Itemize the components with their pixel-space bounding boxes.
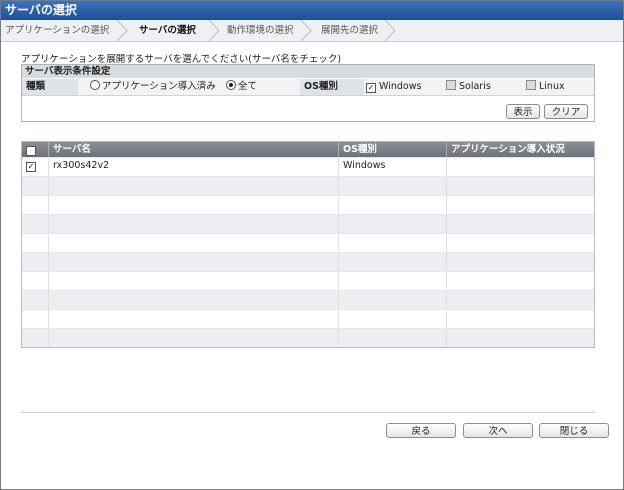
table-row[interactable] bbox=[22, 309, 594, 328]
table-cell bbox=[338, 272, 446, 290]
os-option-linux[interactable]: Linux bbox=[526, 79, 565, 95]
checkbox-disabled-icon[interactable] bbox=[526, 80, 536, 90]
table-cell bbox=[446, 234, 596, 252]
footer-divider bbox=[21, 412, 595, 413]
table-row[interactable] bbox=[22, 233, 594, 252]
column-os-type[interactable]: OS種別 bbox=[338, 142, 446, 157]
row-select-cell[interactable] bbox=[22, 310, 48, 328]
table-cell bbox=[48, 234, 338, 252]
table-cell bbox=[338, 253, 446, 271]
table-cell bbox=[48, 177, 338, 195]
filter-row: 種類 アプリケーション導入済み 全て OS種別 ✓ Windows Solaris… bbox=[22, 79, 594, 96]
step-chevron-icon bbox=[116, 20, 128, 41]
window-title: サーバの選択 bbox=[1, 1, 623, 20]
table-cell: rx300s42v2 bbox=[48, 158, 338, 176]
table-body: ✓ rx300s42v2 Windows bbox=[22, 157, 594, 347]
table-cell bbox=[446, 215, 596, 233]
os-label: OS種別 bbox=[300, 79, 364, 95]
column-app-status[interactable]: アプリケーション導入状況 bbox=[446, 142, 596, 157]
step-chevron-icon bbox=[384, 20, 396, 41]
row-select-cell[interactable] bbox=[22, 272, 48, 290]
row-select-cell[interactable] bbox=[22, 234, 48, 252]
step-destination[interactable]: 展開先の選択 bbox=[321, 20, 378, 41]
table-cell bbox=[48, 329, 338, 347]
table-row[interactable] bbox=[22, 176, 594, 195]
row-select-cell[interactable] bbox=[22, 215, 48, 233]
radio-icon[interactable] bbox=[90, 80, 100, 90]
filter-panel: サーバ表示条件設定 種類 アプリケーション導入済み 全て OS種別 ✓ Windo… bbox=[21, 64, 595, 122]
table-cell bbox=[338, 310, 446, 328]
checkbox-checked-icon[interactable]: ✓ bbox=[366, 83, 376, 93]
table-cell bbox=[446, 310, 596, 328]
table-row[interactable]: ✓ rx300s42v2 Windows bbox=[22, 157, 594, 176]
table-cell bbox=[48, 196, 338, 214]
checkbox-disabled-icon[interactable] bbox=[446, 80, 456, 90]
table-cell bbox=[338, 329, 446, 347]
step-application[interactable]: アプリケーションの選択 bbox=[5, 20, 109, 41]
step-chevron-icon bbox=[300, 20, 312, 41]
table-cell bbox=[446, 329, 596, 347]
column-server-name[interactable]: サーバ名 bbox=[48, 142, 338, 157]
table-cell bbox=[48, 215, 338, 233]
filter-heading: サーバ表示条件設定 bbox=[22, 65, 594, 78]
type-label: 種類 bbox=[22, 79, 78, 95]
row-select-cell[interactable] bbox=[22, 177, 48, 195]
table-cell bbox=[446, 196, 596, 214]
table-cell bbox=[48, 272, 338, 290]
type-option-installed[interactable]: アプリケーション導入済み bbox=[90, 79, 216, 95]
table-cell bbox=[338, 291, 446, 309]
table-row[interactable] bbox=[22, 271, 594, 290]
table-cell bbox=[48, 310, 338, 328]
close-button[interactable]: 閉じる bbox=[539, 423, 609, 438]
select-all-cell[interactable]: ✓ bbox=[22, 142, 48, 157]
os-option-solaris[interactable]: Solaris bbox=[446, 79, 491, 95]
table-cell bbox=[446, 253, 596, 271]
table-cell bbox=[446, 291, 596, 309]
dialog-window: サーバの選択 アプリケーションの選択 サーバの選択 動作環境の選択 展開先の選択… bbox=[0, 0, 624, 490]
os-option-windows[interactable]: ✓ Windows bbox=[366, 79, 421, 95]
row-select-cell[interactable] bbox=[22, 196, 48, 214]
server-table: ✓ サーバ名 OS種別 アプリケーション導入状況 ✓ rx300s42v2 Wind… bbox=[21, 141, 595, 348]
table-cell bbox=[338, 196, 446, 214]
step-chevron-icon bbox=[208, 20, 220, 41]
instruction-text: アプリケーションを展開するサーバを選んでください(サーバ名をチェック) bbox=[21, 54, 342, 65]
table-cell bbox=[338, 177, 446, 195]
row-select-cell[interactable] bbox=[22, 291, 48, 309]
table-cell bbox=[48, 291, 338, 309]
table-row[interactable] bbox=[22, 214, 594, 233]
table-row[interactable] bbox=[22, 252, 594, 271]
table-header: ✓ サーバ名 OS種別 アプリケーション導入状況 bbox=[22, 142, 594, 157]
step-server[interactable]: サーバの選択 bbox=[139, 20, 196, 41]
table-row[interactable] bbox=[22, 195, 594, 214]
back-button[interactable]: 戻る bbox=[386, 423, 456, 438]
radio-selected-icon[interactable] bbox=[226, 80, 236, 90]
table-cell bbox=[338, 234, 446, 252]
row-select-cell[interactable] bbox=[22, 329, 48, 347]
table-row[interactable] bbox=[22, 328, 594, 347]
next-button[interactable]: 次へ bbox=[463, 423, 533, 438]
clear-button[interactable]: クリア bbox=[544, 104, 588, 119]
table-row[interactable] bbox=[22, 290, 594, 309]
row-select-cell[interactable]: ✓ bbox=[22, 158, 48, 176]
table-cell bbox=[446, 272, 596, 290]
table-cell bbox=[446, 177, 596, 195]
table-cell bbox=[446, 158, 596, 176]
table-cell bbox=[48, 253, 338, 271]
checkbox-checked-icon[interactable]: ✓ bbox=[26, 162, 36, 172]
wizard-steps: アプリケーションの選択 サーバの選択 動作環境の選択 展開先の選択 bbox=[1, 20, 623, 42]
table-cell: Windows bbox=[338, 158, 446, 176]
show-button[interactable]: 表示 bbox=[506, 104, 540, 119]
checkbox-checked-icon[interactable]: ✓ bbox=[26, 146, 36, 156]
table-cell bbox=[338, 215, 446, 233]
type-option-all[interactable]: 全て bbox=[226, 79, 257, 95]
step-environment[interactable]: 動作環境の選択 bbox=[227, 20, 294, 41]
row-select-cell[interactable] bbox=[22, 253, 48, 271]
